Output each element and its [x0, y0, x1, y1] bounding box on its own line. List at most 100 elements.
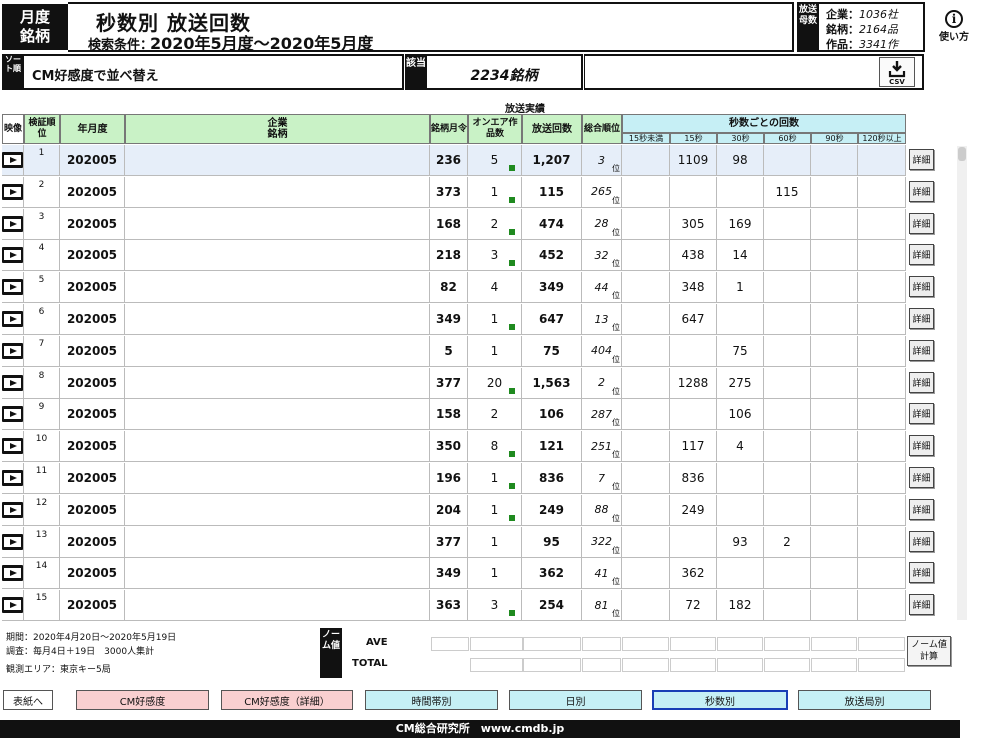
- onair-marker: [509, 451, 515, 458]
- detail-button[interactable]: 詳細: [909, 149, 934, 170]
- overall-rank-value: 287: [591, 407, 612, 421]
- daily-button[interactable]: 日別: [509, 690, 642, 710]
- csv-download-button[interactable]: CSV: [879, 57, 915, 87]
- seconds-cell: 14: [717, 240, 764, 272]
- detail-button[interactable]: 詳細: [909, 403, 934, 425]
- detail-button[interactable]: 詳細: [909, 435, 934, 457]
- seconds-cell: 362: [670, 558, 717, 590]
- video-cell[interactable]: [2, 304, 24, 335]
- scrollbar-track[interactable]: [957, 146, 967, 620]
- video-icon[interactable]: [2, 374, 23, 391]
- overall-rank-cell: 2位: [582, 367, 622, 399]
- cm-favorability-button[interactable]: CM好感度: [76, 690, 209, 710]
- sort-select[interactable]: CM好感度で並べ替え: [24, 54, 404, 90]
- rank-suffix: 位: [612, 450, 620, 460]
- help-label: 使い方: [939, 32, 969, 43]
- onair-value: 1: [490, 471, 499, 485]
- video-icon[interactable]: [2, 183, 23, 200]
- detail-button[interactable]: 詳細: [909, 530, 934, 552]
- video-icon[interactable]: [2, 470, 23, 486]
- video-icon[interactable]: [2, 597, 23, 614]
- table-row: 6 202005 349 1 647 13 位 647 詳細: [2, 304, 955, 336]
- col-sec-60: 60秒: [764, 133, 811, 144]
- detail-button[interactable]: 詳細: [909, 180, 934, 202]
- broadcast-group-label: 放送実績: [505, 104, 545, 115]
- detail-button[interactable]: 詳細: [909, 371, 934, 393]
- video-icon[interactable]: [2, 533, 23, 550]
- detail-button[interactable]: 詳細: [909, 594, 934, 616]
- detail-button[interactable]: 詳細: [909, 339, 934, 361]
- overall-rank-value: 88: [594, 503, 609, 517]
- video-cell[interactable]: [2, 272, 24, 304]
- video-icon[interactable]: [2, 247, 23, 264]
- station-button[interactable]: 放送局別: [798, 690, 931, 710]
- video-cell[interactable]: [2, 590, 24, 622]
- video-cell[interactable]: [2, 463, 24, 494]
- scrollbar-thumb[interactable]: [958, 147, 966, 161]
- cm-favorability-detail-button[interactable]: CM好感度（詳細）: [221, 690, 353, 710]
- detail-button[interactable]: 詳細: [909, 244, 934, 266]
- video-icon[interactable]: [2, 342, 23, 359]
- overall-rank-cell: 7位: [582, 463, 622, 494]
- video-icon[interactable]: [2, 279, 23, 296]
- stat-value: 3341作: [859, 38, 898, 51]
- broadcast-count-cell: 452: [522, 240, 582, 272]
- ave-value-box: [582, 637, 621, 651]
- video-cell[interactable]: [2, 431, 24, 463]
- seconds-button[interactable]: 秒数別: [652, 690, 788, 710]
- base-vertical-label: 放送母数: [797, 2, 819, 52]
- detail-button[interactable]: 詳細: [909, 562, 934, 584]
- video-cell[interactable]: [2, 494, 24, 526]
- seconds-cell: [858, 494, 906, 526]
- detail-button[interactable]: 詳細: [909, 212, 934, 234]
- video-icon[interactable]: [2, 152, 23, 168]
- video-icon[interactable]: [2, 565, 23, 582]
- rank-suffix: 位: [612, 482, 620, 491]
- onair-marker: [509, 483, 515, 489]
- video-cell[interactable]: [2, 399, 24, 431]
- overall-rank-value: 2: [598, 376, 605, 390]
- video-icon[interactable]: [2, 215, 23, 232]
- video-cell[interactable]: [2, 240, 24, 272]
- detail-button[interactable]: 詳細: [909, 308, 934, 329]
- norm-calc-button[interactable]: ノーム値 計算: [907, 636, 951, 666]
- video-cell[interactable]: [2, 145, 24, 176]
- seconds-cell: [811, 176, 858, 208]
- video-icon[interactable]: [2, 406, 23, 423]
- video-cell[interactable]: [2, 335, 24, 367]
- col-brand-months: 銘柄月令: [430, 114, 468, 144]
- video-icon[interactable]: [2, 438, 23, 455]
- rank-suffix: 位: [612, 354, 620, 364]
- video-icon[interactable]: [2, 311, 23, 327]
- company-cell: [125, 176, 430, 208]
- company-cell: [125, 272, 430, 304]
- seconds-cell: [717, 558, 764, 590]
- video-cell[interactable]: [2, 367, 24, 399]
- brand-months-cell: 196: [430, 463, 468, 494]
- overall-rank-value: 322: [591, 535, 612, 549]
- onair-cell: 1: [468, 176, 522, 208]
- cover-button[interactable]: 表紙へ: [3, 690, 53, 710]
- rank-suffix: 位: [612, 386, 620, 396]
- onair-value: 1: [490, 502, 499, 517]
- rank-cell: 1: [24, 145, 60, 176]
- help-button[interactable]: i 使い方: [934, 10, 974, 43]
- time-slot-button[interactable]: 時間帯別: [365, 690, 498, 710]
- video-cell[interactable]: [2, 526, 24, 558]
- detail-button[interactable]: 詳細: [909, 276, 934, 298]
- condition-label: 検索条件：: [88, 38, 154, 53]
- video-icon[interactable]: [2, 501, 23, 518]
- col-month: 年月度: [60, 114, 125, 144]
- detail-button[interactable]: 詳細: [909, 498, 934, 520]
- ave-label: AVE: [366, 637, 388, 648]
- onair-marker: [509, 260, 515, 267]
- seconds-cell: [622, 494, 670, 526]
- video-cell[interactable]: [2, 208, 24, 240]
- detail-button[interactable]: 詳細: [909, 467, 934, 488]
- company-cell: [125, 335, 430, 367]
- seconds-cell: [764, 208, 811, 240]
- stat-value: 2164品: [859, 23, 898, 36]
- onair-marker: [509, 165, 515, 171]
- video-cell[interactable]: [2, 558, 24, 590]
- video-cell[interactable]: [2, 176, 24, 208]
